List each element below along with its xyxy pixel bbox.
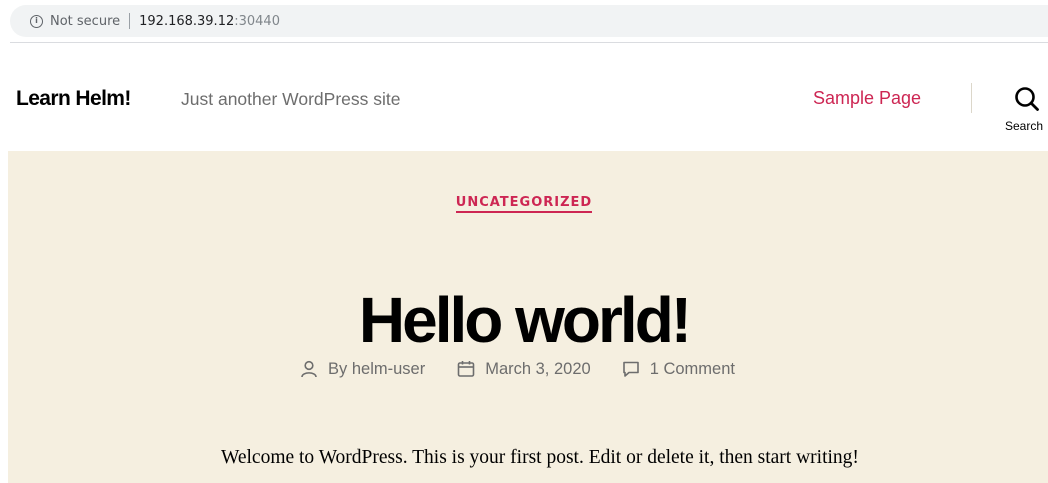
search-toggle-button[interactable]: Search [1003,83,1048,138]
comment-icon [622,361,639,377]
browser-toolbar: i Not secure 192.168.39.12:30440 [0,0,1048,43]
url-host[interactable]: 192.168.39.12 [139,14,234,29]
url-port[interactable]: :30440 [234,14,280,29]
post-meta: By helm-user March 3, 2020 1 Comment [300,356,735,382]
nav-divider [971,83,972,113]
post-author-label[interactable]: By helm-user [328,360,425,379]
site-description: Just another WordPress site [181,89,401,109]
category-link[interactable]: UNCATEGORIZED [455,195,593,213]
info-icon[interactable]: i [30,14,43,28]
post-title[interactable]: Hello world! [0,288,1048,352]
post-comments[interactable]: 1 Comment [622,360,735,379]
post-comments-label[interactable]: 1 Comment [650,360,735,379]
post-date[interactable]: March 3, 2020 [457,360,591,379]
post-content: Welcome to WordPress. This is your first… [221,446,859,468]
user-icon [301,360,317,378]
category-list: UNCATEGORIZED [0,193,1048,213]
nav-item-sample-page[interactable]: Sample Page [813,88,921,109]
address-bar[interactable]: i Not secure 192.168.39.12:30440 [10,5,1048,37]
search-label: Search [1005,119,1044,133]
security-label[interactable]: Not secure [50,14,120,29]
search-icon [1015,87,1039,111]
site-header: Learn Helm! Just another WordPress site … [0,43,1048,151]
entry-header: UNCATEGORIZED Hello world! By helm-user … [8,151,1048,483]
address-divider [129,13,131,29]
post-date-label[interactable]: March 3, 2020 [485,360,590,379]
site-title-link[interactable]: Learn Helm! [16,87,131,111]
post-author[interactable]: By helm-user [300,360,425,379]
calendar-icon [457,361,475,377]
